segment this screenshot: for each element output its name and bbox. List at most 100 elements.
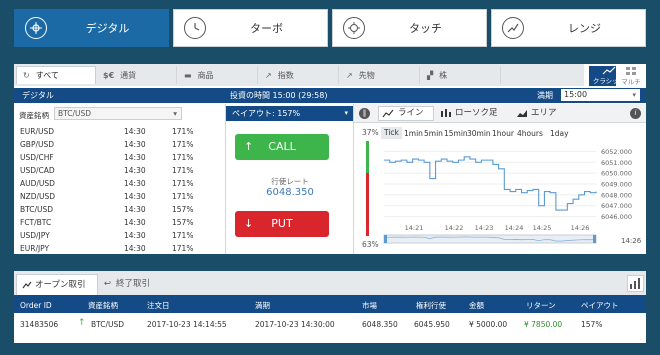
multi-view-label: マルチ (621, 78, 641, 86)
tab-touch[interactable]: タッチ (332, 9, 487, 47)
call-label: CALL (268, 140, 296, 153)
tab-closed-orders[interactable]: ↩ 終了取引 (102, 274, 182, 295)
bar-chart-icon (630, 278, 640, 289)
category-index-label: 指数 (277, 70, 294, 80)
col-amount: 金額 (469, 301, 484, 310)
tab-digital[interactable]: デジタル (14, 9, 169, 47)
chevron-down-icon: ▾ (173, 109, 177, 118)
chart-navigator[interactable] (383, 234, 597, 244)
tab-touch-label: タッチ (409, 22, 442, 35)
order-market: 6048.350 (362, 320, 398, 329)
chart-type-candle[interactable]: ローソク足 (438, 106, 512, 121)
info-icon[interactable]: i (630, 108, 641, 119)
range-icon (502, 17, 524, 39)
asset-payout: 157% (172, 218, 194, 227)
call-button[interactable]: ↑ CALL (235, 134, 329, 160)
asset-name: USD/JPY (20, 231, 50, 240)
y-tick-label: 6047.000 (601, 202, 632, 210)
tab-turbo[interactable]: ターボ (173, 9, 328, 47)
y-tick-label: 6051.000 (601, 159, 632, 167)
line-chart-icon (382, 109, 394, 118)
range-5[interactable]: 4hours (517, 129, 543, 138)
y-tick-label: 6049.000 (601, 181, 632, 189)
info-bar: デジタル 投資の時間 15:00 (29:58) 満期 15:00 ▾ (14, 88, 646, 103)
expiry-value: 15:00 (564, 90, 588, 99)
asset-name: USD/CHF (20, 153, 54, 162)
asset-name: USD/CAD (20, 166, 55, 175)
turbo-icon (184, 17, 206, 39)
call-sentiment-bar (366, 141, 369, 173)
list-item[interactable]: USD/CAD 14:30 171% (14, 164, 226, 177)
asset-name: EUR/JPY (20, 244, 50, 253)
x-tick-label: 14:26 (571, 224, 590, 232)
chevron-down-icon: ▾ (632, 91, 636, 99)
range-1[interactable]: 5min (424, 129, 443, 138)
currency-icon: $€ (103, 70, 115, 80)
asset-time: 14:30 (124, 218, 146, 227)
range-4[interactable]: 1hour (492, 129, 514, 138)
list-item[interactable]: EUR/JPY 14:30 171% (14, 242, 226, 255)
tab-range[interactable]: レンジ (491, 9, 646, 47)
list-item[interactable]: EUR/USD 14:30 171% (14, 125, 226, 138)
asset-payout: 171% (172, 244, 194, 253)
asset-select-value: BTC/USD (58, 109, 92, 118)
asset-name: FCT/BTC (20, 218, 52, 227)
chart-type-candle-label: ローソク足 (455, 108, 498, 118)
range-2[interactable]: 15min (444, 129, 468, 138)
asset-name: GBP/USD (20, 140, 55, 149)
pause-icon[interactable]: ‖ (359, 108, 370, 119)
asset-name: EUR/USD (20, 127, 54, 136)
digital-icon (25, 17, 47, 39)
category-stock[interactable]: ▞ 株 (421, 66, 501, 84)
put-button[interactable]: ↓ PUT (235, 211, 329, 237)
y-tick-label: 6046.000 (601, 213, 632, 221)
category-stock-label: 株 (439, 70, 448, 80)
expiry-select[interactable]: 15:00 ▾ (561, 89, 640, 101)
category-commodity[interactable]: ▬ 商品 (178, 66, 258, 84)
chart-type-area-label: エリア (531, 108, 557, 118)
chart-type-line[interactable]: ライン (378, 106, 434, 121)
chart-type-area[interactable]: エリア (514, 106, 574, 121)
asset-payout: 171% (172, 153, 194, 162)
list-item[interactable]: GBP/USD 14:30 171% (14, 138, 226, 151)
payout-value: ペイアウト: 157% (232, 109, 301, 118)
category-index[interactable]: ↗ 指数 (259, 66, 339, 84)
col-asset: 資産銘柄 (88, 301, 118, 310)
category-currency[interactable]: $€ 通貨 (97, 66, 177, 84)
asset-time: 14:30 (124, 231, 146, 240)
list-item[interactable]: AUD/USD 14:30 171% (14, 177, 226, 190)
stats-button[interactable] (627, 275, 644, 292)
category-all[interactable]: ↻ すべて (16, 66, 96, 84)
investment-time: 投資の時間 15:00 (29:58) (230, 91, 328, 100)
list-item[interactable]: USD/CHF 14:30 171% (14, 151, 226, 164)
navigator-handle[interactable] (384, 235, 387, 243)
asset-name: AUD/USD (20, 179, 55, 188)
asset-time: 14:30 (124, 140, 146, 149)
price-line (384, 156, 597, 211)
mode-label: デジタル (22, 91, 54, 100)
list-item[interactable]: USD/JPY 14:30 171% (14, 229, 226, 242)
range-3[interactable]: 30min (467, 129, 491, 138)
tab-range-label: レンジ (568, 22, 601, 35)
y-tick-label: 6052.000 (601, 148, 632, 156)
commodity-icon: ▬ (184, 70, 192, 80)
x-tick-label: 14:22 (445, 224, 464, 232)
asset-time: 14:30 (124, 166, 146, 175)
put-sentiment-bar (366, 173, 369, 236)
list-item[interactable]: NZD/USD 14:30 171% (14, 190, 226, 203)
col-return: リターン (526, 301, 556, 310)
payout-select[interactable]: ペイアウト: 157% ▾ (226, 106, 353, 121)
multi-view-button[interactable]: マルチ (616, 66, 646, 86)
category-futures[interactable]: ↗ 先物 (340, 66, 420, 84)
range-6[interactable]: 1day (550, 129, 569, 138)
price-chart: 6052.000 6051.000 6050.000 6049.000 6048.000… (383, 148, 632, 244)
range-0[interactable]: 1min (404, 129, 423, 138)
navigator-handle[interactable] (593, 235, 596, 243)
list-item[interactable]: FCT/BTC 14:30 157% (14, 216, 226, 229)
category-futures-label: 先物 (358, 70, 375, 80)
list-item[interactable]: BTC/USD 14:30 157% (14, 203, 226, 216)
tab-open-orders[interactable]: オープン取引 (16, 274, 98, 295)
range-tick[interactable]: Tick (381, 127, 402, 139)
asset-select[interactable]: BTC/USD ▾ (54, 107, 182, 120)
order-amount: ¥ 5000.00 (469, 320, 508, 329)
